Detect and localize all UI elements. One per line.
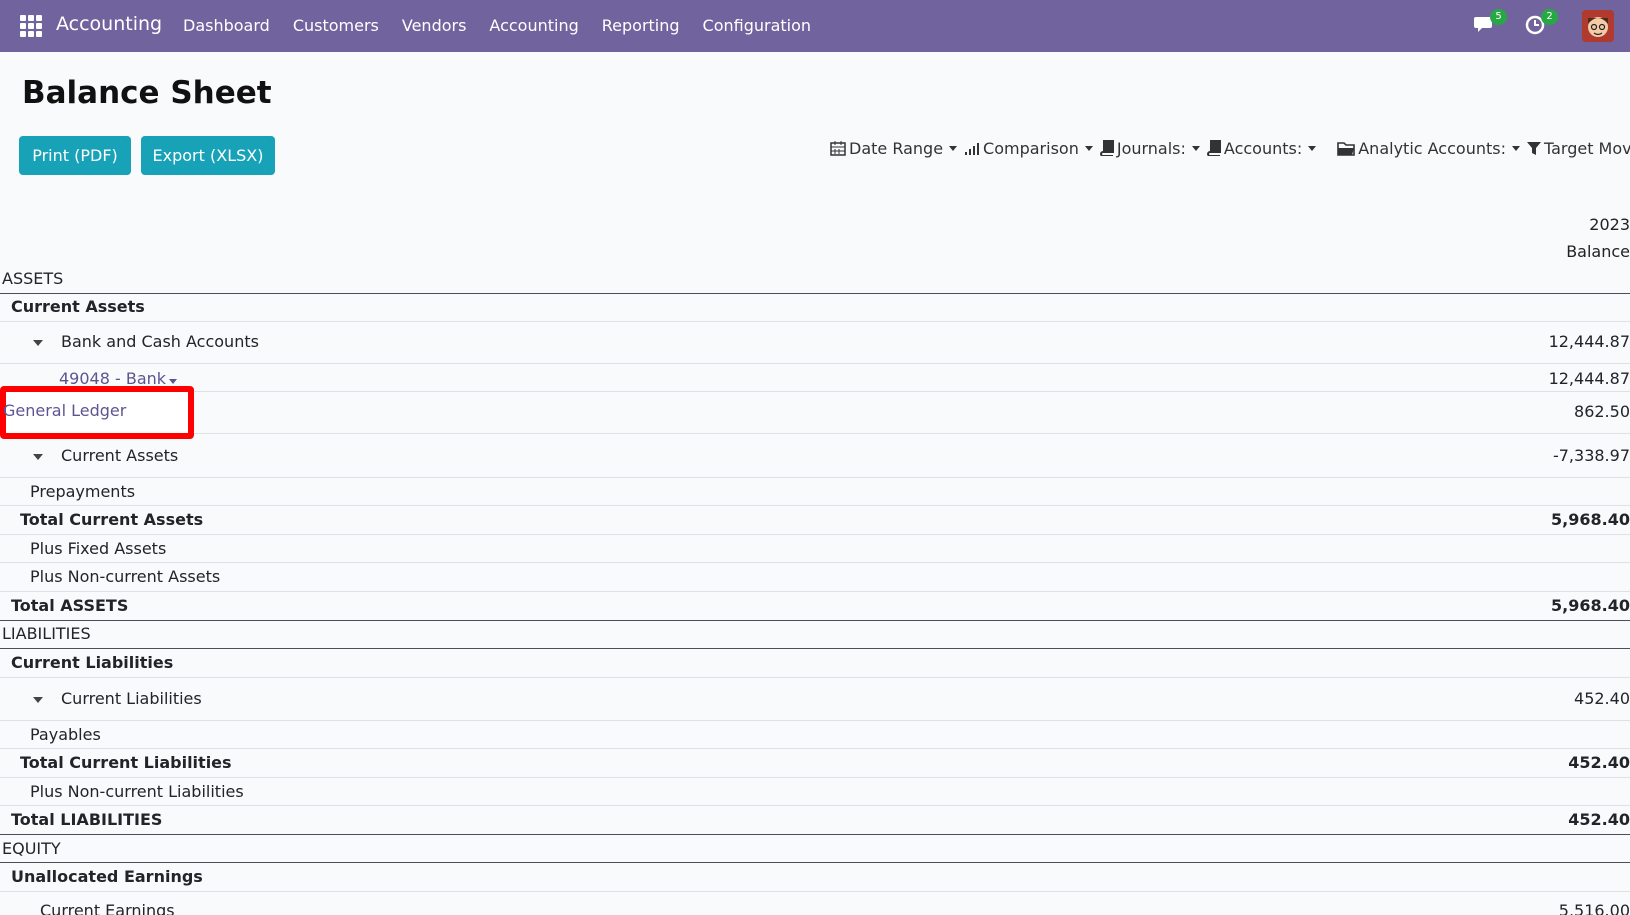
activities-badge: 2: [1541, 9, 1558, 25]
collapse-caret-icon[interactable]: [33, 339, 43, 346]
table-row: Prepayments: [0, 478, 1630, 506]
main-menu: Dashboard Customers Vendors Accounting R…: [183, 16, 811, 35]
date-range-filter[interactable]: Date Range: [830, 138, 958, 158]
column-year: 2023: [1589, 215, 1630, 234]
table-row: LIABILITIES: [0, 621, 1630, 649]
row-label: Payables: [30, 725, 101, 744]
apps-grid-icon[interactable]: [20, 15, 42, 37]
row-value: 5,968.40: [1551, 596, 1630, 615]
menu-configuration[interactable]: Configuration: [703, 16, 812, 35]
table-row: Unallocated Earnings: [0, 863, 1630, 892]
accounts-label: Accounts:: [1223, 138, 1303, 158]
table-row: Plus Non-current Assets: [0, 563, 1630, 592]
collapse-caret-icon[interactable]: [33, 453, 43, 460]
general-ledger-link[interactable]: General Ledger: [3, 401, 126, 420]
row-label-text: Current Liabilities: [61, 689, 202, 708]
row-label[interactable]: Bank and Cash Accounts: [33, 332, 259, 351]
row-value: 862.50: [1574, 402, 1630, 421]
row-label[interactable]: Current Liabilities: [33, 689, 202, 708]
table-row: Total Current Liabilities 452.40: [0, 749, 1630, 778]
messages-button[interactable]: 5: [1474, 9, 1507, 36]
row-value: 5,968.40: [1551, 510, 1630, 529]
table-row: Total ASSETS 5,968.40: [0, 592, 1630, 621]
general-ledger-dropdown-item[interactable]: General Ledger: [0, 386, 194, 439]
menu-reporting[interactable]: Reporting: [602, 16, 680, 35]
book-icon: [1099, 140, 1114, 156]
row-label: Plus Fixed Assets: [30, 539, 167, 558]
row-value: 12,444.87: [1548, 369, 1630, 388]
table-row: Plus Fixed Assets: [0, 535, 1630, 563]
row-value: 452.40: [1568, 810, 1630, 829]
table-row: EQUITY: [0, 835, 1630, 863]
collapse-caret-icon[interactable]: [33, 696, 43, 703]
row-label: Plus Non-current Liabilities: [30, 782, 244, 801]
row-label: Current Assets: [11, 297, 145, 316]
comparison-filter[interactable]: Comparison: [964, 139, 1093, 158]
journals-label: Journals:: [1116, 138, 1186, 158]
row-value: 452.40: [1568, 753, 1630, 772]
table-row: Total Current Assets 5,968.40: [0, 506, 1630, 535]
row-label: Total Current Assets: [20, 510, 204, 529]
target-move-label: Target Move:: [1543, 138, 1630, 158]
menu-vendors[interactable]: Vendors: [402, 16, 467, 35]
row-label-text: Current Assets: [61, 446, 179, 465]
journals-filter[interactable]: Journals:: [1099, 138, 1200, 158]
report-filters: Date Range Comparison Journals: Accounts…: [830, 137, 1630, 159]
row-label: LIABILITIES: [2, 624, 91, 643]
row-label: Unallocated Earnings: [11, 867, 203, 886]
top-navbar: Accounting Dashboard Customers Vendors A…: [0, 0, 1630, 52]
messages-badge: 5: [1490, 9, 1507, 25]
table-row: 49048 - Bank 12,444.87: [0, 364, 1630, 392]
table-row[interactable]: Bank and Cash Accounts 12,444.87: [0, 322, 1630, 364]
table-row: Current Liabilities: [0, 649, 1630, 678]
row-value: 12,444.87: [1548, 332, 1630, 351]
table-row: Payables: [0, 721, 1630, 749]
row-label: Total ASSETS: [11, 596, 129, 615]
row-value: 5,516.00: [1558, 901, 1630, 915]
row-label: Total Current Liabilities: [20, 753, 232, 772]
table-row: Plus Non-current Liabilities: [0, 778, 1630, 806]
activities-button[interactable]: 2: [1525, 9, 1558, 36]
row-label: ASSETS: [2, 269, 64, 288]
page-title: Balance Sheet: [22, 75, 272, 111]
row-label: Current Liabilities: [11, 653, 174, 672]
date-range-label: Date Range: [849, 138, 944, 158]
row-label: Total LIABILITIES: [11, 810, 163, 829]
row-value: 452.40: [1574, 689, 1630, 708]
table-row[interactable]: Current Liabilities 452.40: [0, 678, 1630, 721]
folder-icon: [1337, 141, 1356, 156]
analytic-accounts-filter[interactable]: Analytic Accounts:: [1337, 139, 1520, 158]
app-name[interactable]: Accounting: [56, 13, 162, 35]
export-xlsx-button[interactable]: Export (XLSX): [141, 136, 275, 175]
table-row: Total LIABILITIES 452.40: [0, 806, 1630, 835]
menu-accounting[interactable]: Accounting: [489, 16, 578, 35]
row-label: Prepayments: [30, 482, 136, 501]
table-row: 862.50: [0, 392, 1630, 434]
print-pdf-button[interactable]: Print (PDF): [19, 136, 131, 175]
column-balance: Balance: [1566, 242, 1630, 261]
comparison-label: Comparison: [983, 138, 1079, 158]
row-label: Current Earnings: [40, 901, 175, 915]
table-row[interactable]: Current Assets -7,338.97: [0, 435, 1630, 478]
table-row: ASSETS: [0, 266, 1630, 294]
row-label[interactable]: Current Assets: [33, 446, 178, 465]
table-row: Current Assets: [0, 294, 1630, 322]
row-value: -7,338.97: [1552, 446, 1630, 465]
calendar-icon: [830, 141, 846, 156]
target-move-filter[interactable]: Target Move:: [1526, 138, 1630, 158]
avatar[interactable]: [1582, 10, 1614, 42]
row-label: EQUITY: [2, 839, 61, 858]
bar-chart-icon: [965, 143, 980, 155]
menu-customers[interactable]: Customers: [293, 16, 379, 35]
table-row: Current Earnings 5,516.00: [0, 892, 1630, 915]
filter-icon: [1526, 141, 1541, 155]
accounts-filter[interactable]: Accounts:: [1206, 138, 1317, 158]
book-icon: [1206, 140, 1221, 156]
row-label: Plus Non-current Assets: [30, 567, 221, 586]
analytic-accounts-label: Analytic Accounts:: [1358, 138, 1506, 158]
menu-dashboard[interactable]: Dashboard: [183, 16, 270, 35]
row-label-text: Bank and Cash Accounts: [61, 332, 259, 351]
